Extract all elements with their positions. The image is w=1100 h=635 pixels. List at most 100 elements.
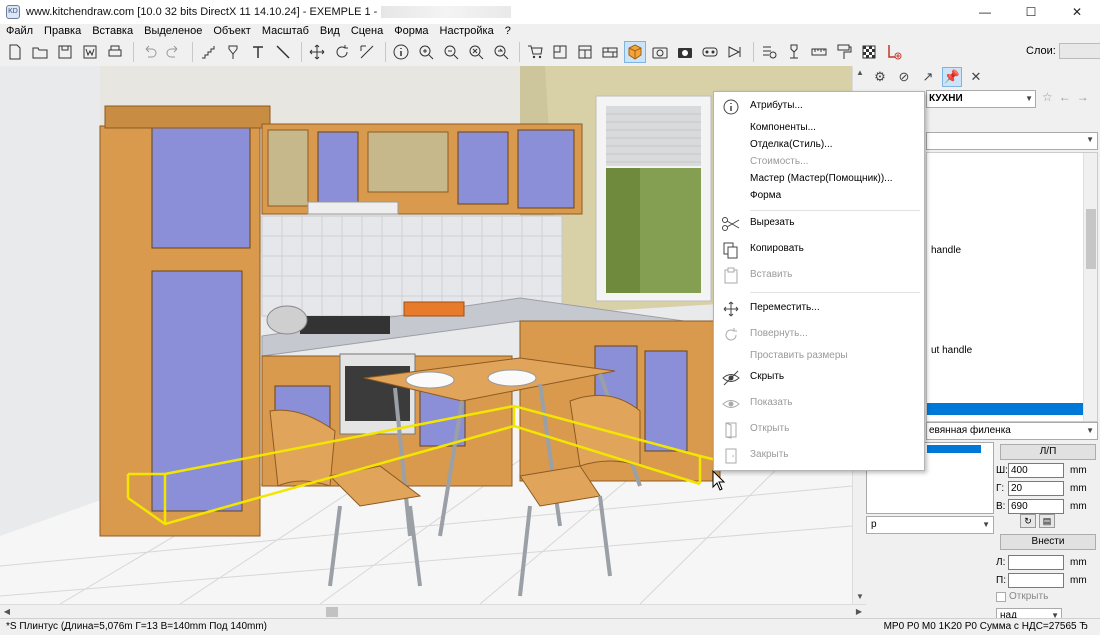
cart-icon[interactable] [524, 41, 546, 63]
scroll-down-icon[interactable]: ▼ [853, 590, 867, 604]
menu-selection[interactable]: Выделеное [144, 25, 202, 37]
photo-render-icon[interactable] [674, 41, 696, 63]
move-icon[interactable] [306, 41, 328, 63]
pin-icon[interactable] [222, 41, 244, 63]
favorite-star-icon[interactable]: ☆ [1042, 90, 1053, 104]
list-item[interactable]: handle [931, 245, 961, 256]
menu-item-open[interactable]: Открыть [714, 421, 924, 439]
panel-arrow-icon[interactable]: ↗ [918, 67, 938, 87]
new-file-icon[interactable] [4, 41, 26, 63]
category-combo[interactable]: ▼ [926, 132, 1098, 150]
panel-hide-icon[interactable]: ⊘ [894, 67, 914, 87]
list-item[interactable]: ut handle [931, 345, 972, 356]
refresh-icon[interactable]: ↻ [1020, 514, 1036, 528]
menu-object[interactable]: Объект [213, 25, 250, 37]
plan-view-icon[interactable] [549, 41, 571, 63]
menu-help[interactable]: ? [505, 25, 511, 37]
menu-item-wizard[interactable]: Мастер (Мастер(Помощник))... [714, 171, 924, 189]
insert-button[interactable]: Внести [1000, 534, 1096, 550]
open-folder-icon[interactable] [29, 41, 51, 63]
lighting-icon[interactable] [783, 41, 805, 63]
list-scroll-thumb[interactable] [1086, 209, 1096, 269]
open-checkbox[interactable] [996, 591, 1006, 602]
menu-item-show[interactable]: Показать [714, 395, 924, 413]
maximize-button[interactable]: ☐ [1008, 0, 1054, 24]
measure-icon[interactable] [808, 41, 830, 63]
menu-item-finish-style[interactable]: Отделка(Стиль)... [714, 137, 924, 155]
elevation-view-icon[interactable] [574, 41, 596, 63]
flip-icon[interactable] [356, 41, 378, 63]
catalog-list[interactable]: handle ut handle [926, 152, 1098, 422]
minimize-button[interactable]: — [962, 0, 1008, 24]
texture-icon[interactable] [858, 41, 880, 63]
close-button[interactable]: ✕ [1054, 0, 1100, 24]
video-icon[interactable] [724, 41, 746, 63]
menu-item-cost[interactable]: Стоимость... [714, 154, 924, 172]
print-icon[interactable] [104, 41, 126, 63]
text-icon[interactable] [247, 41, 269, 63]
rotate-icon[interactable] [331, 41, 353, 63]
wall-view-icon[interactable] [599, 41, 621, 63]
menu-item-shape[interactable]: Форма [714, 188, 924, 206]
menu-scene[interactable]: Сцена [351, 25, 383, 37]
left-offset-input[interactable] [1008, 554, 1064, 570]
panel-settings-icon[interactable]: ⚙ [870, 67, 890, 87]
menu-item-components[interactable]: Компоненты... [714, 120, 924, 138]
style-combo[interactable]: р ▼ [866, 516, 994, 534]
menu-insert[interactable]: Вставка [92, 25, 133, 37]
menu-item-copy[interactable]: Копировать [714, 241, 924, 259]
paint-roller-icon[interactable] [833, 41, 855, 63]
word-export-icon[interactable] [79, 41, 101, 63]
viewport-horizontal-scrollbar[interactable]: ◀ ▶ [0, 604, 866, 618]
main-toolbar [0, 38, 1100, 66]
menu-shape[interactable]: Форма [394, 25, 428, 37]
menu-view[interactable]: Вид [320, 25, 340, 37]
menu-edit[interactable]: Правка [44, 25, 81, 37]
menu-scale[interactable]: Масштаб [262, 25, 309, 37]
panel-pin-icon[interactable]: 📌 [942, 67, 962, 87]
vr-headset-icon[interactable] [699, 41, 721, 63]
menu-settings[interactable]: Настройка [440, 25, 494, 37]
menu-item-move[interactable]: Переместить... [714, 300, 924, 318]
properties-icon[interactable]: ▤ [1039, 514, 1055, 528]
scroll-left-icon[interactable]: ◀ [0, 605, 14, 619]
stairs-icon[interactable] [197, 41, 219, 63]
menu-item-close[interactable]: Закрыть [714, 447, 924, 465]
selected-list-item[interactable] [927, 403, 1083, 415]
layers-combo[interactable] [1058, 43, 1100, 59]
menu-item-dimension[interactable]: Проставить размеры [714, 348, 924, 366]
back-arrow-icon[interactable]: ← [1059, 90, 1071, 104]
scroll-up-icon[interactable]: ▲ [853, 66, 867, 80]
line-icon[interactable] [272, 41, 294, 63]
horizontal-scroll-thumb[interactable] [326, 607, 338, 617]
width-input[interactable]: 400 [1008, 462, 1064, 478]
save-icon[interactable] [54, 41, 76, 63]
menu-file[interactable]: Файл [6, 25, 33, 37]
depth-input[interactable]: 20 [1008, 480, 1064, 496]
zoom-out-icon[interactable] [440, 41, 462, 63]
menu-item-paste[interactable]: Вставить [714, 267, 924, 285]
layers-settings-icon[interactable] [758, 41, 780, 63]
zoom-fit-icon[interactable] [465, 41, 487, 63]
left-right-button[interactable]: Л/П [1000, 444, 1096, 460]
menu-item-hide[interactable]: Скрыть [714, 369, 924, 387]
redo-icon[interactable] [163, 41, 185, 63]
camera-icon[interactable] [649, 41, 671, 63]
scroll-right-icon[interactable]: ▶ [852, 605, 866, 619]
menu-item-cut[interactable]: Вырезать [714, 215, 924, 233]
menu-item-rotate[interactable]: Повернуть... [714, 326, 924, 344]
right-offset-input[interactable] [1008, 572, 1064, 588]
menu-item-attributes[interactable]: Атрибуты... [714, 98, 924, 116]
catalog-combo[interactable]: КУХНИ ▼ [926, 90, 1036, 108]
height-input[interactable]: 690 [1008, 498, 1064, 514]
list-scrollbar[interactable] [1083, 153, 1097, 421]
forward-arrow-icon[interactable]: → [1077, 90, 1089, 104]
3d-view-icon[interactable] [624, 41, 646, 63]
zoom-previous-icon[interactable] [490, 41, 512, 63]
finish-combo[interactable]: евянная филенка ▼ [926, 422, 1098, 440]
undo-icon[interactable] [138, 41, 160, 63]
add-point-icon[interactable] [883, 41, 905, 63]
zoom-in-icon[interactable] [415, 41, 437, 63]
panel-close-icon[interactable]: ✕ [966, 67, 986, 87]
info-icon[interactable] [390, 41, 412, 63]
